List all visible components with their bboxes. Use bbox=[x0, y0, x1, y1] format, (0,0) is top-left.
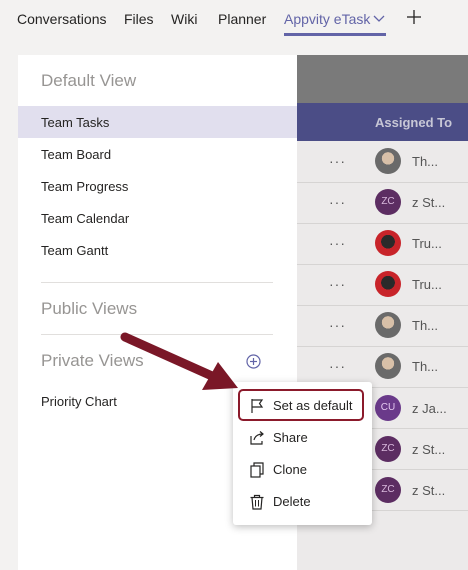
menu-item-delete[interactable]: Delete bbox=[233, 487, 372, 517]
view-item-team-progress[interactable]: Team Progress bbox=[41, 179, 128, 194]
assigned-to-header: Assigned To bbox=[375, 115, 453, 130]
menu-item-label: Clone bbox=[273, 462, 307, 477]
avatar: ZC bbox=[375, 477, 401, 503]
share-icon bbox=[250, 431, 264, 445]
assignee-name: Tru... bbox=[412, 277, 442, 292]
add-view-icon[interactable] bbox=[246, 354, 261, 369]
clone-icon bbox=[250, 462, 264, 478]
avatar bbox=[375, 148, 401, 174]
avatar bbox=[375, 312, 401, 338]
trash-icon bbox=[250, 494, 264, 510]
section-divider bbox=[41, 334, 273, 335]
assignee-name: Tru... bbox=[412, 236, 442, 251]
menu-item-clone[interactable]: Clone bbox=[233, 455, 372, 485]
tab-files[interactable]: Files bbox=[124, 11, 154, 27]
avatar bbox=[375, 353, 401, 379]
row-divider bbox=[297, 264, 468, 265]
row-divider bbox=[297, 305, 468, 306]
avatar: ZC bbox=[375, 436, 401, 462]
menu-item-share[interactable]: Share bbox=[233, 423, 372, 453]
tab-planner[interactable]: Planner bbox=[218, 11, 266, 27]
assignee-name: Th... bbox=[412, 359, 439, 374]
view-item-team-tasks[interactable]: Team Tasks bbox=[41, 115, 109, 130]
tab-wiki[interactable]: Wiki bbox=[171, 11, 197, 27]
view-item-team-board[interactable]: Team Board bbox=[41, 147, 111, 162]
tab-conversations[interactable]: Conversations bbox=[17, 11, 107, 27]
avatar bbox=[375, 230, 401, 256]
row-more-icon[interactable]: ··· bbox=[329, 194, 346, 210]
default-view-heading: Default View bbox=[41, 71, 137, 90]
public-views-heading: Public Views bbox=[41, 299, 138, 318]
assignee-name: z St... bbox=[412, 442, 446, 457]
assignee-name: z St... bbox=[412, 195, 446, 210]
row-more-icon[interactable]: ··· bbox=[329, 358, 346, 374]
menu-item-label: Delete bbox=[273, 494, 311, 509]
assignee-name: Th... bbox=[412, 318, 439, 333]
row-more-icon[interactable]: ··· bbox=[329, 235, 346, 251]
channel-tab-bar: Conversations Files Wiki Planner Appvity… bbox=[0, 0, 468, 40]
assignee-name: z Ja... bbox=[412, 401, 447, 416]
row-divider bbox=[297, 223, 468, 224]
active-tab-indicator bbox=[284, 33, 386, 36]
assignee-name: Th... bbox=[412, 154, 439, 169]
avatar: CU bbox=[375, 395, 401, 421]
row-more-icon[interactable]: ··· bbox=[329, 153, 346, 169]
section-divider bbox=[41, 282, 273, 283]
view-item-priority-chart[interactable]: Priority Chart bbox=[41, 394, 117, 409]
assignee-name: z St... bbox=[412, 483, 446, 498]
add-tab-icon[interactable] bbox=[406, 9, 422, 25]
tab-appvity-etask[interactable]: Appvity eTask bbox=[284, 11, 370, 27]
row-more-icon[interactable]: ··· bbox=[329, 276, 346, 292]
annotation-highlight-box bbox=[238, 389, 364, 421]
menu-item-label: Share bbox=[273, 430, 308, 445]
avatar bbox=[375, 271, 401, 297]
chevron-down-icon[interactable] bbox=[373, 15, 385, 23]
row-divider bbox=[297, 346, 468, 347]
view-item-team-calendar[interactable]: Team Calendar bbox=[41, 211, 129, 226]
private-views-heading: Private Views bbox=[41, 351, 144, 370]
avatar: ZC bbox=[375, 189, 401, 215]
row-more-icon[interactable]: ··· bbox=[329, 317, 346, 333]
view-item-team-gantt[interactable]: Team Gantt bbox=[41, 243, 108, 258]
row-divider bbox=[297, 182, 468, 183]
